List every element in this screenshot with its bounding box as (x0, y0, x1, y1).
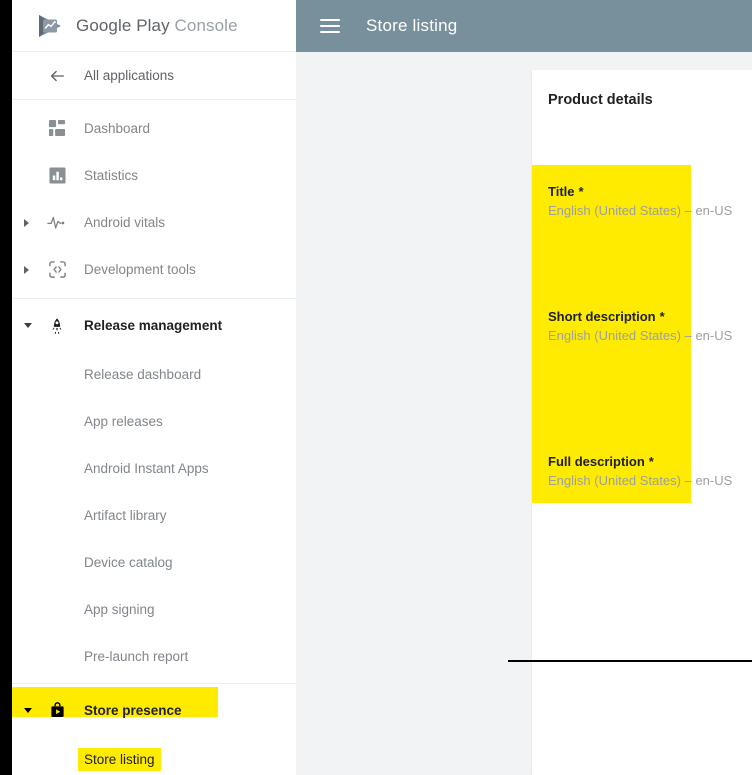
chevron-right-icon[interactable] (24, 265, 42, 274)
field-label-text: Short description (548, 309, 656, 324)
code-brackets-icon (42, 260, 72, 279)
field-full-description[interactable]: Full description * English (United States… (548, 454, 732, 488)
brand-header[interactable]: Google Play Console (12, 0, 299, 52)
sidebar-item-device-catalog[interactable]: Device catalog (12, 539, 299, 586)
sidebar-subitem-label: Pre-launch report (84, 649, 189, 664)
sidebar: Google Play Console All applications Das… (12, 0, 300, 775)
page-title: Store listing (366, 16, 458, 35)
heartbeat-pulse-icon (42, 214, 72, 231)
hamburger-menu-icon[interactable] (320, 19, 340, 33)
brand-title-primary: Google Play (76, 15, 170, 35)
sidebar-subitem-label: App releases (84, 414, 163, 429)
sidebar-item-android-vitals[interactable]: Android vitals (12, 199, 299, 246)
field-label-text: Title (548, 184, 575, 199)
sidebar-item-artifact-library[interactable]: Artifact library (12, 492, 299, 539)
field-label-text: Full description (548, 454, 645, 469)
field-locale: English (United States) – en-US (548, 473, 732, 488)
field-locale: English (United States) – en-US (548, 328, 732, 343)
sidebar-item-android-instant-apps[interactable]: Android Instant Apps (12, 445, 299, 492)
field-label: Full description * (548, 454, 732, 469)
sidebar-item-development-tools[interactable]: Development tools (12, 246, 299, 293)
sidebar-item-label: Development tools (84, 262, 196, 277)
sidebar-item-label: Android vitals (84, 215, 166, 230)
field-locale: English (United States) – en-US (548, 203, 732, 218)
sidebar-item-app-signing[interactable]: App signing (12, 586, 299, 633)
field-locale-code: en-US (695, 203, 733, 218)
sidebar-item-label: Release management (84, 318, 223, 333)
sidebar-divider (12, 683, 299, 684)
sidebar-item-label: Statistics (84, 168, 139, 183)
sidebar-item-release-dashboard[interactable]: Release dashboard (12, 351, 299, 398)
sidebar-item-app-releases[interactable]: App releases (12, 398, 299, 445)
sidebar-item-label: All applications (84, 68, 175, 83)
sidebar-item-store-presence[interactable]: Store presence (12, 687, 299, 734)
field-locale-separator: – (684, 203, 692, 218)
sidebar-subitem-label: Release dashboard (84, 367, 202, 382)
field-locale-name: English (United States) (548, 473, 681, 488)
sidebar-subitem-label: Device catalog (84, 555, 173, 570)
field-label: Title * (548, 184, 732, 199)
sidebar-item-store-listing[interactable]: Store listing (12, 736, 299, 775)
brand-title: Google Play Console (76, 16, 238, 36)
shopping-bag-play-icon (42, 702, 72, 719)
sidebar-item-label: Dashboard (84, 121, 151, 136)
field-locale-code: en-US (695, 328, 733, 343)
rocket-icon (42, 317, 72, 335)
sidebar-item-release-management[interactable]: Release management (12, 302, 299, 349)
dashboard-grid-icon (42, 120, 72, 137)
sidebar-item-all-applications[interactable]: All applications (12, 52, 299, 99)
topbar: Store listing (296, 0, 752, 52)
sidebar-item-label: Store presence (84, 703, 182, 718)
product-details-card: Product details Title * English (United S… (508, 70, 752, 775)
sidebar-item-dashboard[interactable]: Dashboard (12, 105, 299, 152)
field-short-description[interactable]: Short description * English (United State… (548, 309, 732, 343)
required-marker: * (648, 454, 654, 469)
card-title: Product details (548, 92, 653, 108)
section-divider-rule (508, 660, 752, 662)
field-locale-separator: – (684, 328, 692, 343)
chevron-down-icon[interactable] (24, 323, 42, 328)
field-locale-code: en-US (695, 473, 733, 488)
sidebar-divider (12, 298, 299, 299)
field-title[interactable]: Title * English (United States) – en-US (548, 184, 732, 218)
sidebar-subitem-label: Android Instant Apps (84, 461, 209, 476)
sidebar-item-statistics[interactable]: Statistics (12, 152, 299, 199)
sidebar-item-pre-launch-report[interactable]: Pre-launch report (12, 633, 299, 680)
sidebar-subitem-label: Store listing (78, 748, 161, 771)
sidebar-divider (12, 99, 299, 100)
field-label: Short description * (548, 309, 732, 324)
bar-chart-icon (42, 167, 72, 184)
arrow-left-icon (42, 67, 72, 85)
field-locale-name: English (United States) (548, 203, 681, 218)
brand-title-secondary: Console (174, 15, 238, 35)
required-marker: * (578, 184, 584, 199)
content-area: Product details Title * English (United S… (296, 52, 752, 775)
field-locale-separator: – (684, 473, 692, 488)
app-root: Google Play Console All applications Das… (0, 0, 752, 775)
google-play-console-logo-icon (36, 13, 64, 39)
sidebar-subitem-label: Artifact library (84, 508, 167, 523)
field-locale-name: English (United States) (548, 328, 681, 343)
required-marker: * (659, 309, 665, 324)
chevron-right-icon[interactable] (24, 218, 42, 227)
sidebar-subitem-label: App signing (84, 602, 155, 617)
chevron-down-icon[interactable] (24, 708, 42, 713)
left-edge-strip (0, 0, 12, 775)
